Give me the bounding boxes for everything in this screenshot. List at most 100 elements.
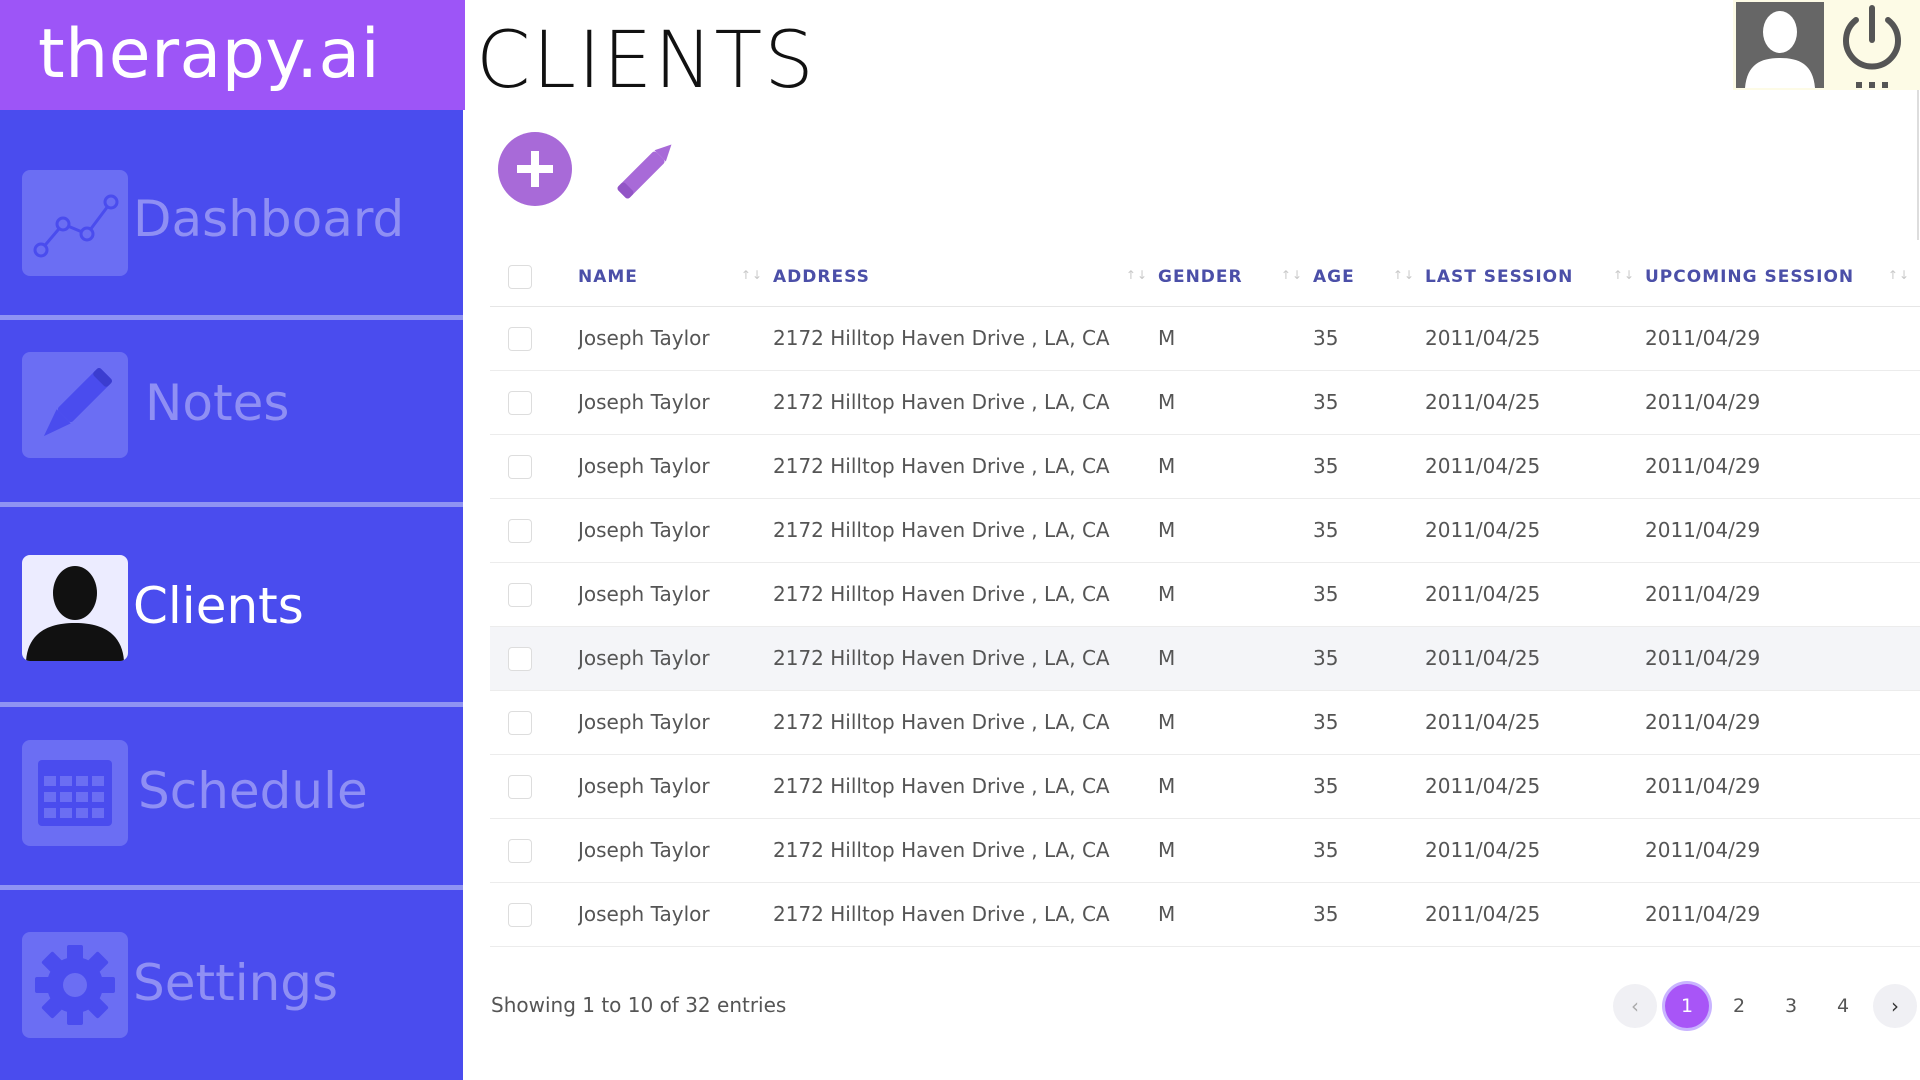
cell-age: 35 — [1313, 306, 1425, 371]
sort-icon[interactable]: ↑↓ — [1126, 268, 1148, 282]
cell-last-session: 2011/04/25 — [1425, 562, 1645, 627]
sidebar-item-label: Dashboard — [133, 190, 405, 248]
row-checkbox[interactable] — [508, 454, 532, 479]
sidebar-item-settings[interactable]: Settings — [0, 932, 463, 1042]
cell-gender: M — [1158, 754, 1313, 819]
edit-client-button[interactable] — [606, 134, 686, 206]
sidebar-item-notes[interactable]: Notes — [0, 352, 463, 462]
column-header-last-session[interactable]: LAST SESSION ↑↓ — [1425, 248, 1645, 307]
sidebar-item-schedule[interactable]: Schedule — [0, 740, 463, 850]
row-checkbox[interactable] — [508, 518, 532, 543]
cell-upcoming-session: 2011/04/29 — [1645, 690, 1920, 755]
page-button-3[interactable]: 3 — [1769, 984, 1813, 1028]
cell-gender: M — [1158, 818, 1313, 883]
page-title: CLIENTS — [476, 16, 816, 106]
prev-page-button[interactable]: ‹ — [1613, 984, 1657, 1028]
row-checkbox[interactable] — [508, 902, 532, 927]
sort-icon[interactable]: ↑↓ — [1888, 268, 1910, 282]
person-silhouette-icon — [22, 555, 128, 661]
row-checkbox[interactable] — [508, 326, 532, 351]
clients-table: NAME ↑↓ ADDRESS ↑↓ GENDER ↑↓ AGE ↑↓ LAST SES… — [490, 248, 1920, 947]
table-row[interactable]: Joseph Taylor 2172 Hilltop Haven Drive , … — [490, 370, 1920, 435]
table-row[interactable]: Joseph Taylor 2172 Hilltop Haven Drive , … — [490, 434, 1920, 499]
cell-upcoming-session: 2011/04/29 — [1645, 626, 1920, 691]
column-label: UPCOMING SESSION — [1645, 266, 1855, 287]
brand-logo: therapy.ai — [0, 0, 465, 110]
row-select-cell — [490, 562, 578, 627]
table-row[interactable]: Joseph Taylor 2172 Hilltop Haven Drive , … — [490, 562, 1920, 627]
cell-name: Joseph Taylor — [578, 882, 773, 947]
plus-circle-icon — [517, 151, 553, 187]
table-body: Joseph Taylor 2172 Hilltop Haven Drive , … — [490, 306, 1920, 947]
cell-address: 2172 Hilltop Haven Drive , LA, CA — [773, 434, 1158, 499]
cell-last-session: 2011/04/25 — [1425, 434, 1645, 499]
table-header-row: NAME ↑↓ ADDRESS ↑↓ GENDER ↑↓ AGE ↑↓ LAST SES… — [490, 248, 1920, 307]
cell-address: 2172 Hilltop Haven Drive , LA, CA — [773, 882, 1158, 947]
sidebar-item-dashboard[interactable]: Dashboard — [0, 168, 463, 278]
power-button[interactable] — [1829, 4, 1915, 90]
page-button-4[interactable]: 4 — [1821, 984, 1865, 1028]
column-header-gender[interactable]: GENDER ↑↓ — [1158, 248, 1313, 307]
sort-icon[interactable]: ↑↓ — [1281, 268, 1303, 282]
sort-icon[interactable]: ↑↓ — [741, 268, 763, 282]
cell-upcoming-session: 2011/04/29 — [1645, 498, 1920, 563]
profile-button[interactable] — [1736, 2, 1824, 88]
next-page-button[interactable]: › — [1873, 984, 1917, 1028]
cell-upcoming-session: 2011/04/29 — [1645, 306, 1920, 371]
power-icon — [1843, 5, 1901, 88]
sidebar-item-label: Clients — [133, 577, 304, 635]
table-row[interactable]: Joseph Taylor 2172 Hilltop Haven Drive , … — [490, 626, 1920, 691]
table-row[interactable]: Joseph Taylor 2172 Hilltop Haven Drive , … — [490, 690, 1920, 755]
row-select-cell — [490, 690, 578, 755]
row-select-cell — [490, 306, 578, 371]
scrollbar[interactable] — [1917, 90, 1919, 240]
sort-icon[interactable]: ↑↓ — [1613, 268, 1635, 282]
cell-name: Joseph Taylor — [578, 754, 773, 819]
row-checkbox[interactable] — [508, 646, 532, 671]
column-header-age[interactable]: AGE ↑↓ — [1313, 248, 1425, 307]
table-row[interactable]: Joseph Taylor 2172 Hilltop Haven Drive , … — [490, 818, 1920, 883]
column-label: AGE — [1313, 266, 1355, 287]
row-checkbox[interactable] — [508, 774, 532, 799]
cell-address: 2172 Hilltop Haven Drive , LA, CA — [773, 818, 1158, 883]
cell-last-session: 2011/04/25 — [1425, 754, 1645, 819]
cell-gender: M — [1158, 498, 1313, 563]
add-client-button[interactable] — [498, 132, 572, 206]
cell-last-session: 2011/04/25 — [1425, 306, 1645, 371]
page-button-2[interactable]: 2 — [1717, 984, 1761, 1028]
row-select-cell — [490, 754, 578, 819]
table-row[interactable]: Joseph Taylor 2172 Hilltop Haven Drive , … — [490, 882, 1920, 947]
column-label: NAME — [578, 266, 638, 287]
cell-gender: M — [1158, 370, 1313, 435]
sidebar-item-clients[interactable]: Clients — [0, 555, 463, 665]
column-label: LAST SESSION — [1425, 266, 1574, 287]
sort-icon[interactable]: ↑↓ — [1393, 268, 1415, 282]
column-label: GENDER — [1158, 266, 1243, 287]
cell-gender: M — [1158, 882, 1313, 947]
cell-upcoming-session: 2011/04/29 — [1645, 562, 1920, 627]
cell-last-session: 2011/04/25 — [1425, 370, 1645, 435]
row-checkbox[interactable] — [508, 710, 532, 735]
column-header-upcoming-session[interactable]: UPCOMING SESSION ↑↓ — [1645, 248, 1920, 307]
row-checkbox[interactable] — [508, 390, 532, 415]
row-checkbox[interactable] — [508, 838, 532, 863]
cell-gender: M — [1158, 306, 1313, 371]
column-header-address[interactable]: ADDRESS ↑↓ — [773, 248, 1158, 307]
select-all-checkbox[interactable] — [508, 264, 532, 289]
cell-address: 2172 Hilltop Haven Drive , LA, CA — [773, 754, 1158, 819]
cell-upcoming-session: 2011/04/29 — [1645, 882, 1920, 947]
table-row[interactable]: Joseph Taylor 2172 Hilltop Haven Drive , … — [490, 754, 1920, 819]
cell-age: 35 — [1313, 562, 1425, 627]
cell-age: 35 — [1313, 754, 1425, 819]
cell-age: 35 — [1313, 690, 1425, 755]
user-icon — [1745, 11, 1815, 88]
entries-info: Showing 1 to 10 of 32 entries — [491, 993, 787, 1017]
cell-gender: M — [1158, 626, 1313, 691]
row-select-cell — [490, 434, 578, 499]
cell-age: 35 — [1313, 370, 1425, 435]
table-row[interactable]: Joseph Taylor 2172 Hilltop Haven Drive , … — [490, 498, 1920, 563]
table-row[interactable]: Joseph Taylor 2172 Hilltop Haven Drive , … — [490, 306, 1920, 371]
page-button-1[interactable]: 1 — [1665, 984, 1709, 1028]
column-header-name[interactable]: NAME ↑↓ — [578, 248, 773, 307]
row-checkbox[interactable] — [508, 582, 532, 607]
